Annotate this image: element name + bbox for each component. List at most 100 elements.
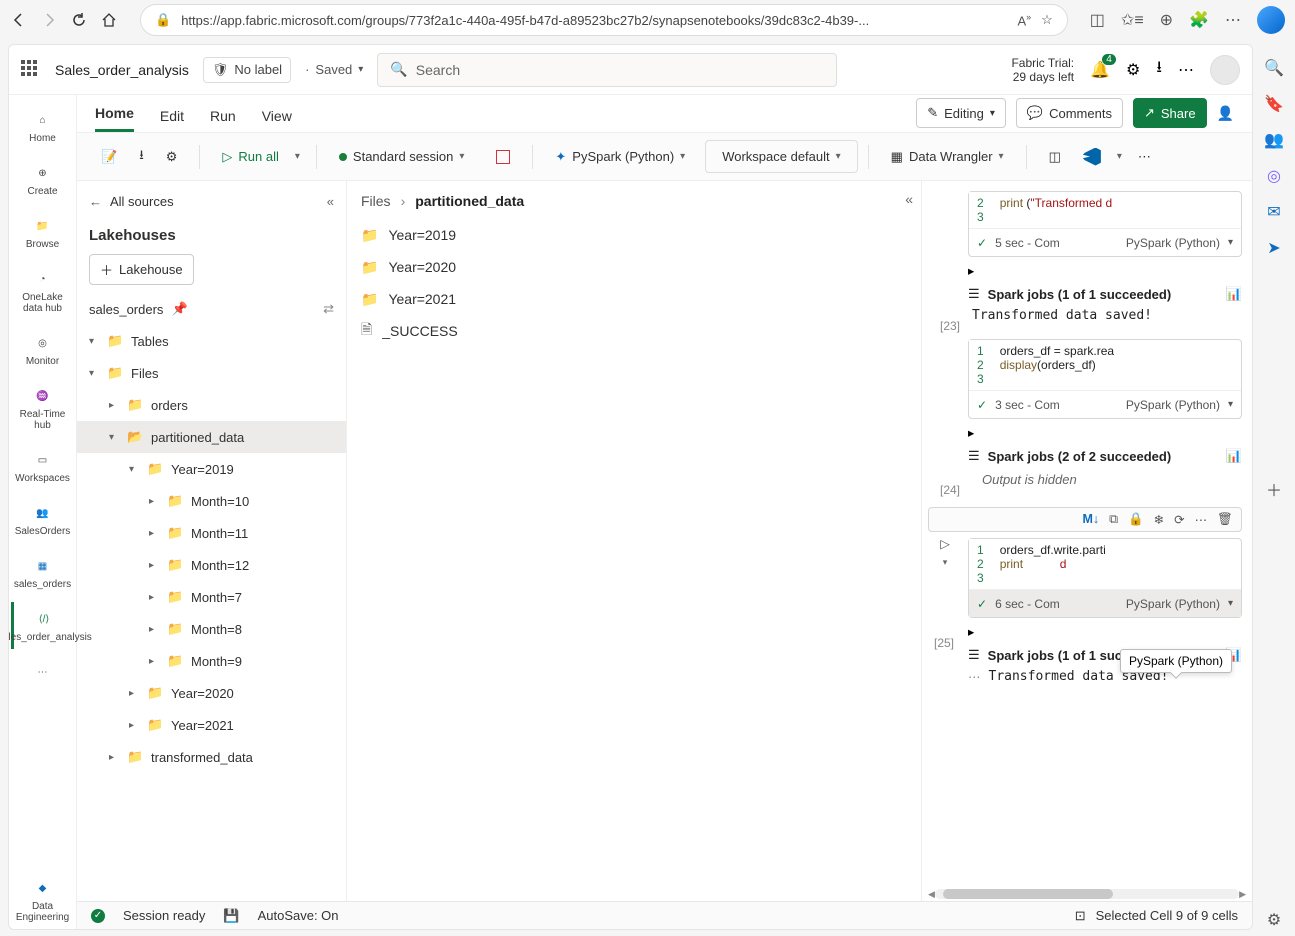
file-row[interactable]: 📁Year=2020 <box>361 251 907 283</box>
datasource-name[interactable]: sales_orders📌⇄ <box>77 293 346 325</box>
pin-icon[interactable]: 📌 <box>171 301 187 317</box>
share-button[interactable]: ↗Share <box>1133 98 1207 128</box>
more-icon[interactable]: ⋯ <box>1178 60 1194 80</box>
run-cell-dropdown[interactable]: ▾ <box>943 557 948 568</box>
data-wrangler-button[interactable]: ▦Data Wrangler ▾ <box>885 145 1010 169</box>
editing-button[interactable]: ✎Editing▾ <box>916 98 1006 128</box>
chart-icon[interactable]: 📊 <box>1226 286 1242 302</box>
tree-tables[interactable]: ▾📁Tables <box>77 325 346 357</box>
people-icon[interactable]: 👥 <box>1264 130 1284 150</box>
add-cell-button[interactable]: 📝 <box>95 145 123 169</box>
trial-status[interactable]: Fabric Trial: 29 days left <box>1011 56 1074 84</box>
tree-month-12[interactable]: ▸📁Month=12 <box>77 549 346 581</box>
tab-view[interactable]: View <box>262 108 292 132</box>
clear-button[interactable]: ⟳ <box>1174 512 1184 527</box>
nav-workspaces[interactable]: ▭Workspaces <box>11 443 75 490</box>
nav-salesorders-ws[interactable]: 👥SalesOrders <box>11 496 75 543</box>
settings-rail-icon[interactable]: ⚙ <box>1264 910 1284 930</box>
text-size-icon[interactable]: A» <box>1017 12 1031 28</box>
nav-data-engineering[interactable]: ◆Data Engineering <box>11 871 75 929</box>
star-icon[interactable]: ☆ <box>1041 12 1053 28</box>
copy-button[interactable]: ⧉ <box>1109 512 1118 527</box>
vscode-dropdown[interactable]: ▾ <box>1117 151 1122 162</box>
markdown-button[interactable]: M↓ <box>1082 512 1099 527</box>
tree-month-9[interactable]: ▸📁Month=9 <box>77 645 346 677</box>
breadcrumb-partitioned[interactable]: partitioned_data <box>415 193 524 209</box>
download-icon[interactable]: ⭳ <box>1156 56 1162 83</box>
search-input[interactable]: 🔍 Search <box>377 53 837 87</box>
tree-partitioned-data[interactable]: ▾📂partitioned_data <box>77 421 346 453</box>
cell-lang-button[interactable]: PySpark (Python) <box>1126 597 1220 611</box>
file-row[interactable]: 📁Year=2019 <box>361 219 907 251</box>
tree-month-10[interactable]: ▸📁Month=10 <box>77 485 346 517</box>
code-cell[interactable]: 123 orders_df.write.partiprint d ✓6 sec … <box>968 538 1242 618</box>
nav-realtime[interactable]: ♒Real-Time hub <box>11 379 75 437</box>
coauthor-icon[interactable]: 👤 <box>1217 105 1234 122</box>
layout-button[interactable]: ◫ <box>1043 145 1067 169</box>
run-all-dropdown[interactable]: ▾ <box>295 151 300 162</box>
cell-lang-button[interactable]: PySpark (Python) <box>1126 398 1220 412</box>
collapse-explorer-button[interactable]: « <box>327 194 334 209</box>
more-browser-icon[interactable]: ⋯ <box>1225 10 1241 30</box>
run-cell-button[interactable]: ▷ <box>940 536 950 551</box>
output-more-button[interactable]: ⋯ <box>968 669 981 684</box>
spark-jobs-row[interactable]: ☰Spark jobs (1 of 1 succeeded)📊 <box>968 286 1242 302</box>
notifications-button[interactable]: 🔔 4 <box>1090 60 1110 80</box>
back-icon[interactable] <box>10 11 28 29</box>
nav-browse[interactable]: 📁Browse <box>11 209 75 256</box>
nav-salesorders-lh[interactable]: ▦sales_orders <box>11 549 75 596</box>
chevron-down-icon[interactable]: ▾ <box>1228 598 1233 609</box>
tree-year-2021[interactable]: ▸📁Year=2021 <box>77 709 346 741</box>
cell-lang-button[interactable]: PySpark (Python) <box>1126 236 1220 250</box>
tree-orders[interactable]: ▸📁orders <box>77 389 346 421</box>
tab-home[interactable]: Home <box>95 105 134 132</box>
session-button[interactable]: Standard session ▾ <box>333 145 470 168</box>
expand-output-button[interactable]: ▸ <box>968 624 1242 639</box>
freeze-button[interactable]: ❄ <box>1154 512 1164 527</box>
chevron-down-icon[interactable]: ▾ <box>1228 237 1233 248</box>
tree-month-8[interactable]: ▸📁Month=8 <box>77 613 346 645</box>
chart-icon[interactable]: 📊 <box>1226 448 1242 464</box>
comments-button[interactable]: 💬Comments <box>1016 98 1123 128</box>
breadcrumb-files[interactable]: Files <box>361 193 391 209</box>
home-browser-icon[interactable] <box>100 11 118 29</box>
waffle-icon[interactable] <box>21 60 41 80</box>
copilot-icon[interactable] <box>1257 6 1285 34</box>
environment-button[interactable]: Workspace default ▾ <box>716 145 846 168</box>
collections-icon[interactable]: ⊕ <box>1160 10 1173 30</box>
tree-files[interactable]: ▾📁Files <box>77 357 346 389</box>
tab-run[interactable]: Run <box>210 108 236 132</box>
copilot-rail-icon[interactable]: ◎ <box>1264 166 1284 186</box>
search-icon[interactable]: 🔍 <box>1264 58 1284 78</box>
file-row[interactable]: 🗎_SUCCESS <box>361 315 907 347</box>
settings-icon[interactable]: ⚙ <box>1126 60 1140 80</box>
file-row[interactable]: 📁Year=2021 <box>361 283 907 315</box>
code-cell[interactable]: 23 print (print ("Transformed d"Transfor… <box>968 191 1242 257</box>
extensions-icon[interactable]: 🧩 <box>1189 10 1209 30</box>
sensitivity-label[interactable]: 🛡No label <box>203 57 291 83</box>
lock-button[interactable]: 🔒 <box>1128 512 1144 527</box>
delete-cell-button[interactable]: 🗑 <box>1217 512 1233 527</box>
url-bar[interactable]: 🔒 https://app.fabric.microsoft.com/group… <box>140 4 1068 36</box>
saved-status[interactable]: · Saved ▾ <box>305 62 363 77</box>
code-cell[interactable]: 123 orders_df = spark.readisplay(orders_… <box>968 339 1242 419</box>
language-button[interactable]: ✦PySpark (Python) ▾ <box>549 145 691 169</box>
vscode-button[interactable] <box>1077 144 1107 170</box>
chevron-down-icon[interactable]: ▾ <box>1228 399 1233 410</box>
all-sources-link[interactable]: All sources <box>110 194 319 209</box>
nav-monitor[interactable]: ◎Monitor <box>11 326 75 373</box>
collapse-file-pane-button[interactable]: « <box>905 191 913 207</box>
stop-button[interactable] <box>490 146 516 168</box>
tree-year-2020[interactable]: ▸📁Year=2020 <box>77 677 346 709</box>
add-lakehouse-button[interactable]: ＋Lakehouse <box>89 254 194 285</box>
favorites-icon[interactable]: ✩≡ <box>1121 10 1144 30</box>
nav-create[interactable]: ⊕Create <box>11 156 75 203</box>
nav-notebook[interactable]: ⟨/⟩Sales_order_analysis <box>11 602 75 649</box>
outlook-icon[interactable]: ✉ <box>1264 202 1284 222</box>
toolbar-more-button[interactable]: ⋯ <box>1132 145 1157 169</box>
more-cell-button[interactable]: ⋯ <box>1195 512 1208 527</box>
tree-month-7[interactable]: ▸📁Month=7 <box>77 581 346 613</box>
run-all-button[interactable]: ▷ Run all <box>216 145 284 169</box>
nav-onelake[interactable]: ◔OneLake data hub <box>11 262 75 320</box>
spark-jobs-row[interactable]: ☰Spark jobs (2 of 2 succeeded)📊 <box>968 448 1242 464</box>
